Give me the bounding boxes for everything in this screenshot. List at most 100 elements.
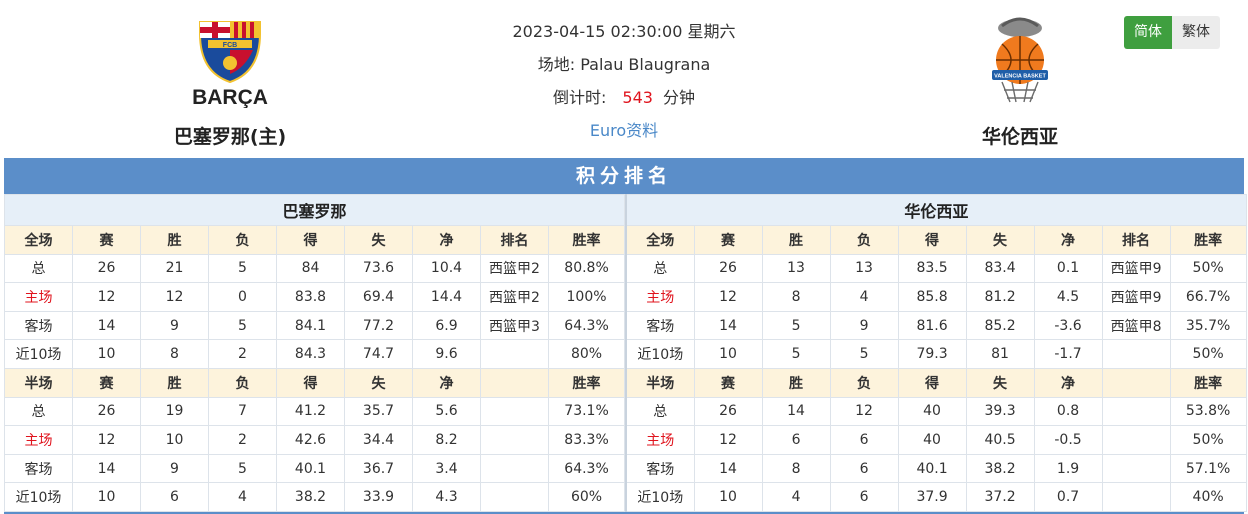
table-cell: 10.4	[412, 253, 481, 284]
table-cell: 10	[693, 339, 763, 369]
away-full-column-headers: 全场赛胜负得失净排名 胜率	[625, 225, 1247, 255]
table-cell: 36.7	[344, 453, 413, 484]
table-cell: 13	[829, 253, 899, 284]
table-cell: 80%	[547, 339, 626, 369]
countdown-value: 543	[622, 88, 653, 107]
table-cell: 9	[829, 310, 899, 341]
column-header: 半场	[625, 367, 695, 398]
table-cell: 14	[693, 310, 763, 341]
table-cell: 84.3	[276, 339, 345, 369]
column-header	[480, 367, 549, 398]
table-cell: 81.6	[897, 310, 967, 341]
home-logo-wordmark: BARÇA	[192, 86, 268, 108]
row-label: 客场	[4, 453, 73, 484]
column-header: 胜率	[547, 225, 626, 255]
table-cell: 26	[72, 396, 141, 427]
table-cell: 12	[693, 282, 763, 312]
table-cell: 100%	[547, 282, 626, 312]
table-cell: 5	[761, 310, 831, 341]
table-row: 主场 12 12 0 83.8 69.4 14.4 西篮甲2 100%	[4, 282, 626, 312]
column-header: 赛	[693, 225, 763, 255]
table-cell: 14.4	[412, 282, 481, 312]
table-cell: 6	[140, 482, 209, 512]
table-cell: 69.4	[344, 282, 413, 312]
table-row: 主场 12 8 4 85.8 81.2 4.5 西篮甲9 66.7%	[625, 282, 1247, 312]
table-row: 客场 14 5 9 81.6 85.2 -3.6 西篮甲8 35.7%	[625, 310, 1247, 341]
table-cell: 34.4	[344, 425, 413, 455]
table-cell: 12	[72, 425, 141, 455]
column-header: 负	[208, 225, 277, 255]
table-cell: -1.7	[1033, 339, 1103, 369]
away-team[interactable]: VALENCIA BASKET 华伦西亚	[920, 14, 1120, 149]
table-cell: 13	[761, 253, 831, 284]
traditional-chinese-button[interactable]: 繁体	[1172, 16, 1220, 49]
table-cell	[480, 339, 549, 369]
euro-data-link[interactable]: Euro资料	[590, 121, 658, 140]
column-header: 全场	[4, 225, 73, 255]
column-header: 全场	[625, 225, 695, 255]
table-cell: 40	[897, 396, 967, 427]
table-cell: 8.2	[412, 425, 481, 455]
table-cell	[1101, 425, 1171, 455]
table-cell: 64.3%	[547, 310, 626, 341]
barca-crest-icon: FCB BARÇA	[192, 21, 268, 108]
column-header: 赛	[693, 367, 763, 398]
table-cell: 西篮甲3	[480, 310, 549, 341]
table-cell: 14	[693, 453, 763, 484]
row-label: 总	[625, 253, 695, 284]
column-header: 得	[276, 225, 345, 255]
table-cell: 73.1%	[547, 396, 626, 427]
table-cell: 0.1	[1033, 253, 1103, 284]
table-cell: 3.4	[412, 453, 481, 484]
language-switch: 简体 繁体	[1124, 16, 1220, 49]
table-cell: 14	[72, 310, 141, 341]
table-cell: 5	[208, 453, 277, 484]
table-cell: 10	[140, 425, 209, 455]
table-cell: 38.2	[965, 453, 1035, 484]
table-row: 客场 14 9 5 84.1 77.2 6.9 西篮甲3 64.3%	[4, 310, 626, 341]
away-standings-table: 华伦西亚 全场赛胜负得失净排名 胜率总 26 13 13 83.5 83.4 0.1 西篮甲9 50…	[625, 194, 1247, 512]
table-cell: 73.6	[344, 253, 413, 284]
table-cell: 10	[72, 482, 141, 512]
table-cell: 26	[72, 253, 141, 284]
table-cell: 85.8	[897, 282, 967, 312]
table-cell: 4	[829, 282, 899, 312]
table-cell	[480, 453, 549, 484]
column-header: 胜率	[1169, 225, 1247, 255]
table-cell: 74.7	[344, 339, 413, 369]
table-cell: 53.8%	[1169, 396, 1247, 427]
home-full-column-headers: 全场赛胜负得失净排名 胜率	[4, 225, 626, 255]
table-cell: 0	[208, 282, 277, 312]
venue-label: 场地:	[537, 55, 576, 74]
table-cell: 83.8	[276, 282, 345, 312]
column-header: 得	[897, 367, 967, 398]
column-header: 胜	[761, 225, 831, 255]
table-cell: 83.4	[965, 253, 1035, 284]
countdown-label: 倒计时:	[553, 88, 607, 107]
crest-letters: FCB	[223, 42, 237, 49]
column-header: 半场	[4, 367, 73, 398]
column-header: 排名	[1101, 225, 1171, 255]
simplified-chinese-button[interactable]: 简体	[1124, 16, 1172, 49]
column-header: 胜	[140, 367, 209, 398]
table-cell: 50%	[1169, 339, 1247, 369]
column-header: 得	[276, 367, 345, 398]
column-header: 失	[344, 367, 413, 398]
column-header: 排名	[480, 225, 549, 255]
standings-tables: 巴塞罗那 全场赛胜负得失净排名 胜率总 26 21 5 84 73.6 10.4 西篮甲2 80.8…	[3, 194, 1247, 512]
table-cell	[480, 482, 549, 512]
table-cell: 42.6	[276, 425, 345, 455]
column-header: 失	[965, 367, 1035, 398]
table-row: 近10场 10 4 6 37.9 37.2 0.7 40%	[625, 482, 1247, 512]
countdown-unit: 分钟	[662, 88, 695, 107]
column-header: 净	[412, 225, 481, 255]
column-header: 赛	[72, 225, 141, 255]
away-team-name: 华伦西亚	[981, 126, 1058, 148]
home-team[interactable]: FCB BARÇA 巴塞罗那(主)	[130, 14, 330, 149]
column-header: 净	[1033, 367, 1103, 398]
table-cell	[1101, 396, 1171, 427]
table-cell: 14	[72, 453, 141, 484]
table-row: 总 26 14 12 40 39.3 0.8 53.8%	[625, 396, 1247, 427]
away-half-column-headers: 半场赛胜负得失净 胜率	[625, 367, 1247, 398]
table-row: 客场 14 8 6 40.1 38.2 1.9 57.1%	[625, 453, 1247, 484]
